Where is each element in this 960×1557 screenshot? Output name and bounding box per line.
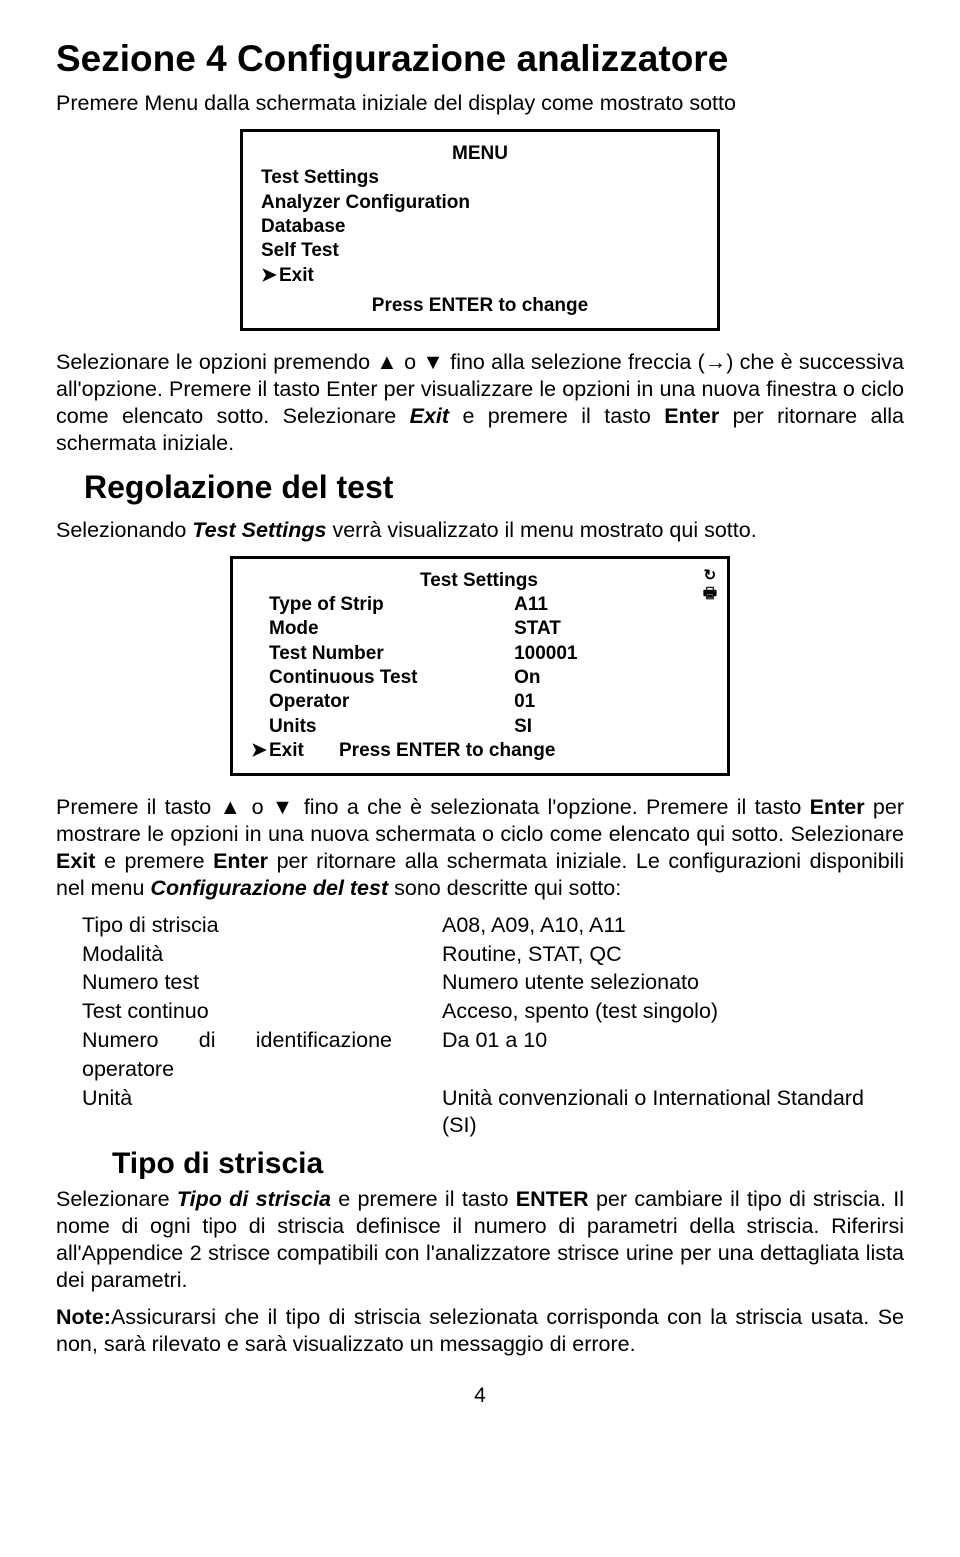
lcd-label: Units (269, 715, 514, 739)
strip-type-emph: Tipo di striscia (177, 1187, 331, 1211)
exit-emph: Exit (410, 404, 449, 428)
text: verrà visualizzato il menu mostrato qui … (326, 518, 756, 542)
text: Numero (82, 1027, 158, 1054)
config-key: Modalità (82, 941, 442, 968)
lcd-row: Continuous TestOn (269, 666, 699, 690)
enter-emph: Enter (810, 795, 865, 819)
exit-emph: Exit (56, 849, 95, 873)
config-emph: Configurazione del test (150, 876, 388, 900)
lcd-label: Operator (269, 690, 514, 714)
lcd-status-icons: ↻ 🖶 (703, 567, 717, 603)
config-value: Routine, STAT, QC (442, 941, 904, 968)
enter-emph: Enter (664, 404, 719, 428)
lcd-row: Test Number100001 (269, 642, 699, 666)
lcd-row: Operator01 (269, 690, 699, 714)
config-row: UnitàUnità convenzionali o International… (82, 1085, 904, 1139)
config-value: Numero utente selezionato (442, 969, 904, 996)
config-value: A08, A09, A10, A11 (442, 912, 904, 939)
lcd-item: Analyzer Configuration (261, 191, 699, 215)
config-table: Tipo di strisciaA08, A09, A10, A11 Modal… (82, 912, 904, 1139)
text: di (199, 1027, 216, 1054)
text: Selezionando (56, 518, 192, 542)
arrow-right-icon: ➤ (261, 264, 279, 288)
text: Assicurarsi che il tipo di striscia sele… (56, 1305, 904, 1356)
text: identificazione (256, 1027, 392, 1054)
lcd-label: Test Number (269, 642, 514, 666)
lcd-value: SI (514, 715, 699, 739)
lcd-value: 01 (514, 690, 699, 714)
config-value: Unità convenzionali o International Stan… (442, 1085, 904, 1139)
config-row: Numero di identificazione Da 01 a 10 (82, 1027, 904, 1054)
arrow-right-icon: ➤ (251, 739, 269, 763)
subsection-heading: Regolazione del test (84, 467, 904, 507)
text: sono descritte qui sotto: (388, 876, 621, 900)
paragraph-5: Note:Assicurarsi che il tipo di striscia… (56, 1304, 904, 1358)
lcd-test-settings-screen: ↻ 🖶 Test Settings Type of StripA11 ModeS… (230, 556, 730, 777)
config-key: operatore (82, 1056, 442, 1083)
text: Selezionare (56, 1187, 177, 1211)
paragraph-3: Premere il tasto ▲ o ▼ fino a che è sele… (56, 794, 904, 902)
lcd-title: MENU (261, 142, 699, 166)
test-settings-emph: Test Settings (192, 518, 326, 542)
config-value: Acceso, spento (test singolo) (442, 998, 904, 1025)
note-label: Note: (56, 1305, 111, 1329)
config-key: Test continuo (82, 998, 442, 1025)
printer-icon: 🖶 (703, 585, 717, 603)
intro-paragraph: Premere Menu dalla schermata iniziale de… (56, 90, 904, 117)
subsubsection-heading: Tipo di striscia (112, 1145, 904, 1183)
lcd-row: Type of StripA11 (269, 593, 699, 617)
document-page: Sezione 4 Configurazione analizzatore Pr… (0, 0, 960, 1557)
lcd-value: STAT (514, 617, 699, 641)
lcd-menu-screen: MENU Test Settings Analyzer Configuratio… (240, 129, 720, 331)
text: e premere il tasto (449, 404, 664, 428)
text: e premere il tasto (331, 1187, 516, 1211)
section-title: Sezione 4 Configurazione analizzatore (56, 36, 904, 82)
config-key: Numero test (82, 969, 442, 996)
config-row: Tipo di strisciaA08, A09, A10, A11 (82, 912, 904, 939)
paragraph-2: Selezionando Test Settings verrà visuali… (56, 517, 904, 544)
lcd-item: Database (261, 215, 699, 239)
lcd-row: UnitsSI (269, 715, 699, 739)
lcd-footer: Press ENTER to change (261, 294, 699, 318)
lcd-exit-row: ➤ Exit Press ENTER to change (251, 739, 699, 763)
paragraph-1: Selezionare le opzioni premendo ▲ o ▼ fi… (56, 349, 904, 457)
config-key: Unità (82, 1085, 442, 1139)
lcd-exit-label: Exit (279, 264, 314, 288)
lcd-exit-label: Exit (269, 739, 339, 763)
config-value (442, 1056, 904, 1083)
config-key: Numero di identificazione (82, 1027, 442, 1054)
lcd-value: 100001 (514, 642, 699, 666)
config-row: ModalitàRoutine, STAT, QC (82, 941, 904, 968)
enter-emph: Enter (213, 849, 268, 873)
lcd-title: Test Settings (259, 569, 699, 593)
config-row: operatore (82, 1056, 904, 1083)
page-number: 4 (56, 1383, 904, 1409)
lcd-exit-row: ➤ Exit (261, 264, 699, 288)
config-row: Numero testNumero utente selezionato (82, 969, 904, 996)
lcd-label: Mode (269, 617, 514, 641)
lcd-item: Self Test (261, 239, 699, 263)
refresh-icon: ↻ (703, 567, 717, 585)
config-key: Tipo di striscia (82, 912, 442, 939)
paragraph-4: Selezionare Tipo di striscia e premere i… (56, 1186, 904, 1294)
config-value: Da 01 a 10 (442, 1027, 904, 1054)
config-row: Test continuoAcceso, spento (test singol… (82, 998, 904, 1025)
lcd-footer: Press ENTER to change (339, 739, 555, 763)
lcd-value: A11 (514, 593, 699, 617)
lcd-label: Type of Strip (269, 593, 514, 617)
lcd-item: Test Settings (261, 166, 699, 190)
enter-emph: ENTER (516, 1187, 589, 1211)
text: e premere (95, 849, 213, 873)
lcd-label: Continuous Test (269, 666, 514, 690)
lcd-value: On (514, 666, 699, 690)
lcd-row: ModeSTAT (269, 617, 699, 641)
text: Premere il tasto ▲ o ▼ fino a che è sele… (56, 795, 810, 819)
